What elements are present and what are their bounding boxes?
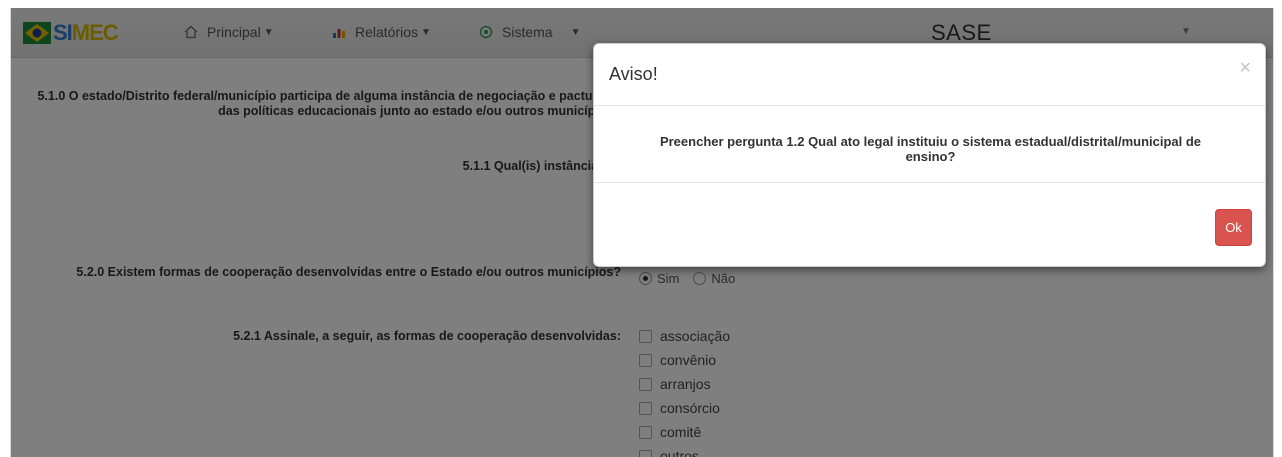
modal-header: Aviso! ×: [594, 44, 1265, 106]
alert-modal: Aviso! × Preencher pergunta 1.2 Qual ato…: [593, 43, 1266, 267]
modal-footer: Ok: [594, 184, 1265, 268]
modal-body: Preencher pergunta 1.2 Qual ato legal in…: [594, 106, 1265, 183]
close-icon[interactable]: ×: [1239, 58, 1251, 78]
modal-message: Preencher pergunta 1.2 Qual ato legal in…: [659, 134, 1202, 164]
browser-viewport: SIMEC Principal ▼ Relatórios ▼ S: [10, 8, 1274, 457]
modal-title: Aviso!: [609, 64, 658, 84]
ok-button[interactable]: Ok: [1215, 209, 1252, 246]
